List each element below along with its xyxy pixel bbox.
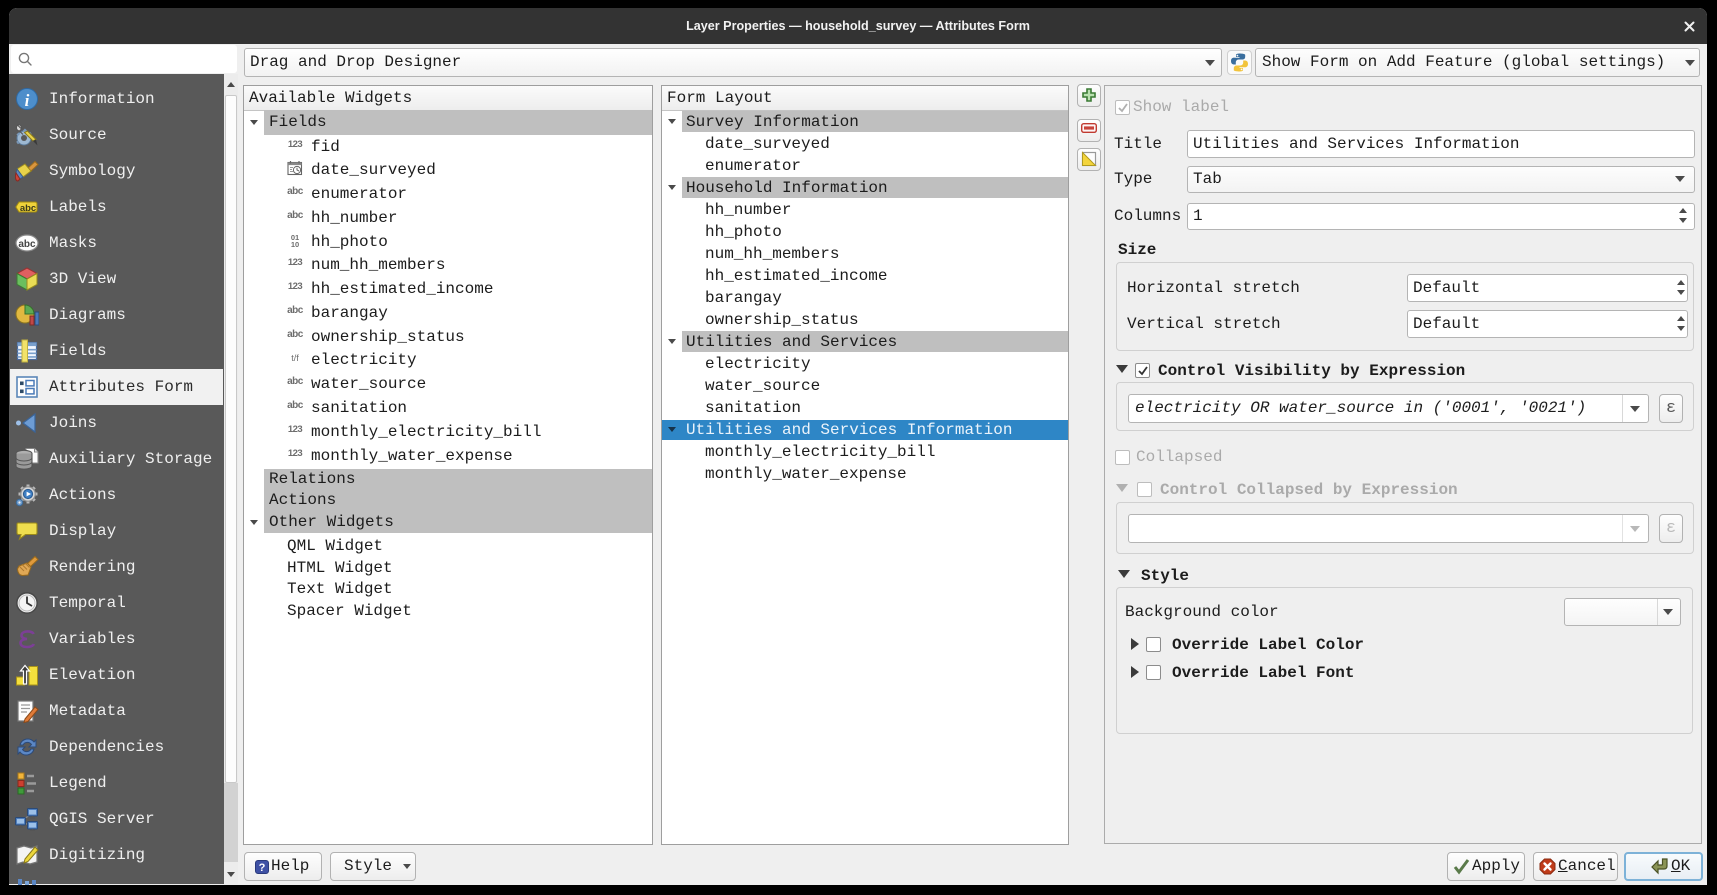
svg-text:abc: abc [20, 203, 36, 214]
svg-text:?: ? [259, 862, 266, 874]
svg-text:i: i [25, 91, 30, 110]
svg-text:abc: abc [18, 239, 36, 250]
